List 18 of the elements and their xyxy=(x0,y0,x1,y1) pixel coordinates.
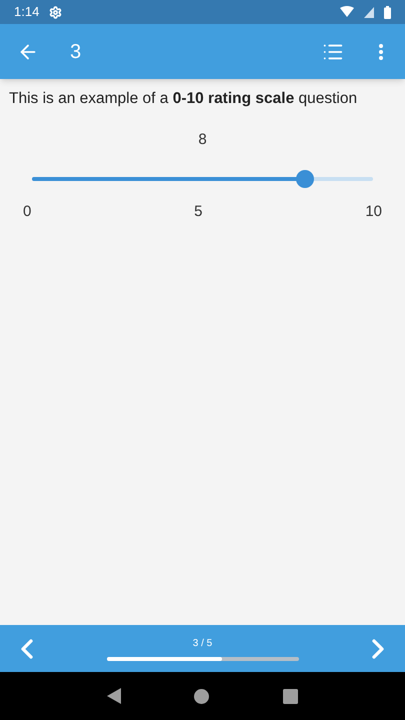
question-text: This is an example of a 0-10 rating scale question xyxy=(8,89,358,109)
status-time: 1:14 xyxy=(14,3,40,22)
settings-icon xyxy=(49,6,62,18)
home-nav-icon[interactable] xyxy=(194,688,210,704)
recents-nav-icon[interactable] xyxy=(283,688,298,704)
wifi-icon xyxy=(340,6,354,18)
rating-slider[interactable] xyxy=(32,170,373,188)
page-counter: 3 / 5 xyxy=(192,637,212,651)
page-title: 3 xyxy=(70,40,82,64)
more-icon xyxy=(379,44,383,60)
scale-label: 10 xyxy=(365,202,382,222)
slider-thumb[interactable] xyxy=(296,170,314,188)
signal-icon xyxy=(364,6,374,18)
scale-label: 0 xyxy=(23,202,32,222)
back-nav-icon[interactable] xyxy=(106,688,121,704)
slider-value: 8 xyxy=(198,130,207,150)
scale-label: 5 xyxy=(194,202,202,222)
battery-icon xyxy=(384,6,391,18)
